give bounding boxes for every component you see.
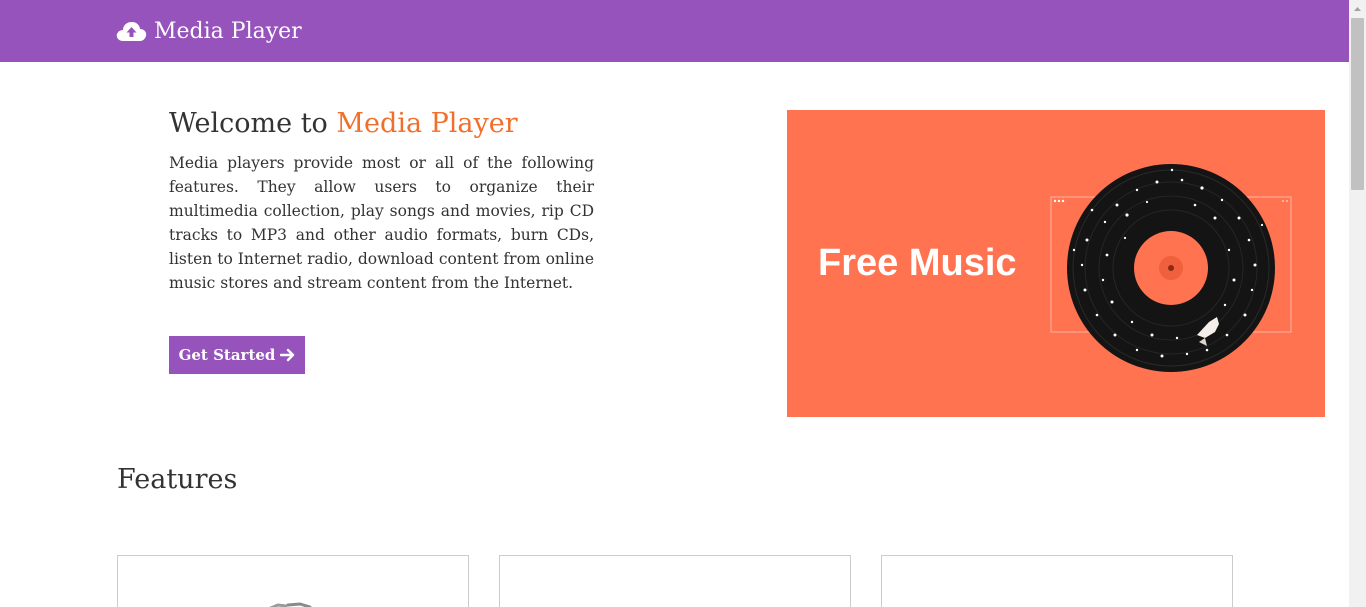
- feature-icon: [268, 602, 312, 607]
- features-heading: Features: [117, 464, 238, 495]
- page-scrollbar[interactable]: [1349, 0, 1366, 607]
- free-music-banner: Free Music: [787, 110, 1325, 417]
- banner-text: Free Music: [818, 242, 1017, 284]
- hero-title: Welcome to Media Player: [169, 108, 518, 139]
- feature-card: [499, 555, 851, 607]
- top-navbar: Media Player: [0, 0, 1349, 62]
- brand-name: Media Player: [154, 18, 302, 44]
- get-started-label: Get Started: [178, 346, 276, 364]
- scrollbar-thumb[interactable]: [1351, 18, 1364, 190]
- scroll-up-arrow-icon[interactable]: [1349, 0, 1366, 17]
- feature-card: [117, 555, 469, 607]
- hero-title-prefix: Welcome to: [169, 108, 328, 139]
- brand-link[interactable]: Media Player: [115, 15, 302, 47]
- hero-title-accent: Media Player: [336, 108, 518, 139]
- feature-card: [881, 555, 1233, 607]
- hero-description: Media players provide most or all of the…: [169, 154, 594, 292]
- arrow-right-icon: [280, 348, 295, 362]
- cloud-upload-icon: [116, 22, 147, 41]
- get-started-button[interactable]: Get Started: [169, 336, 305, 374]
